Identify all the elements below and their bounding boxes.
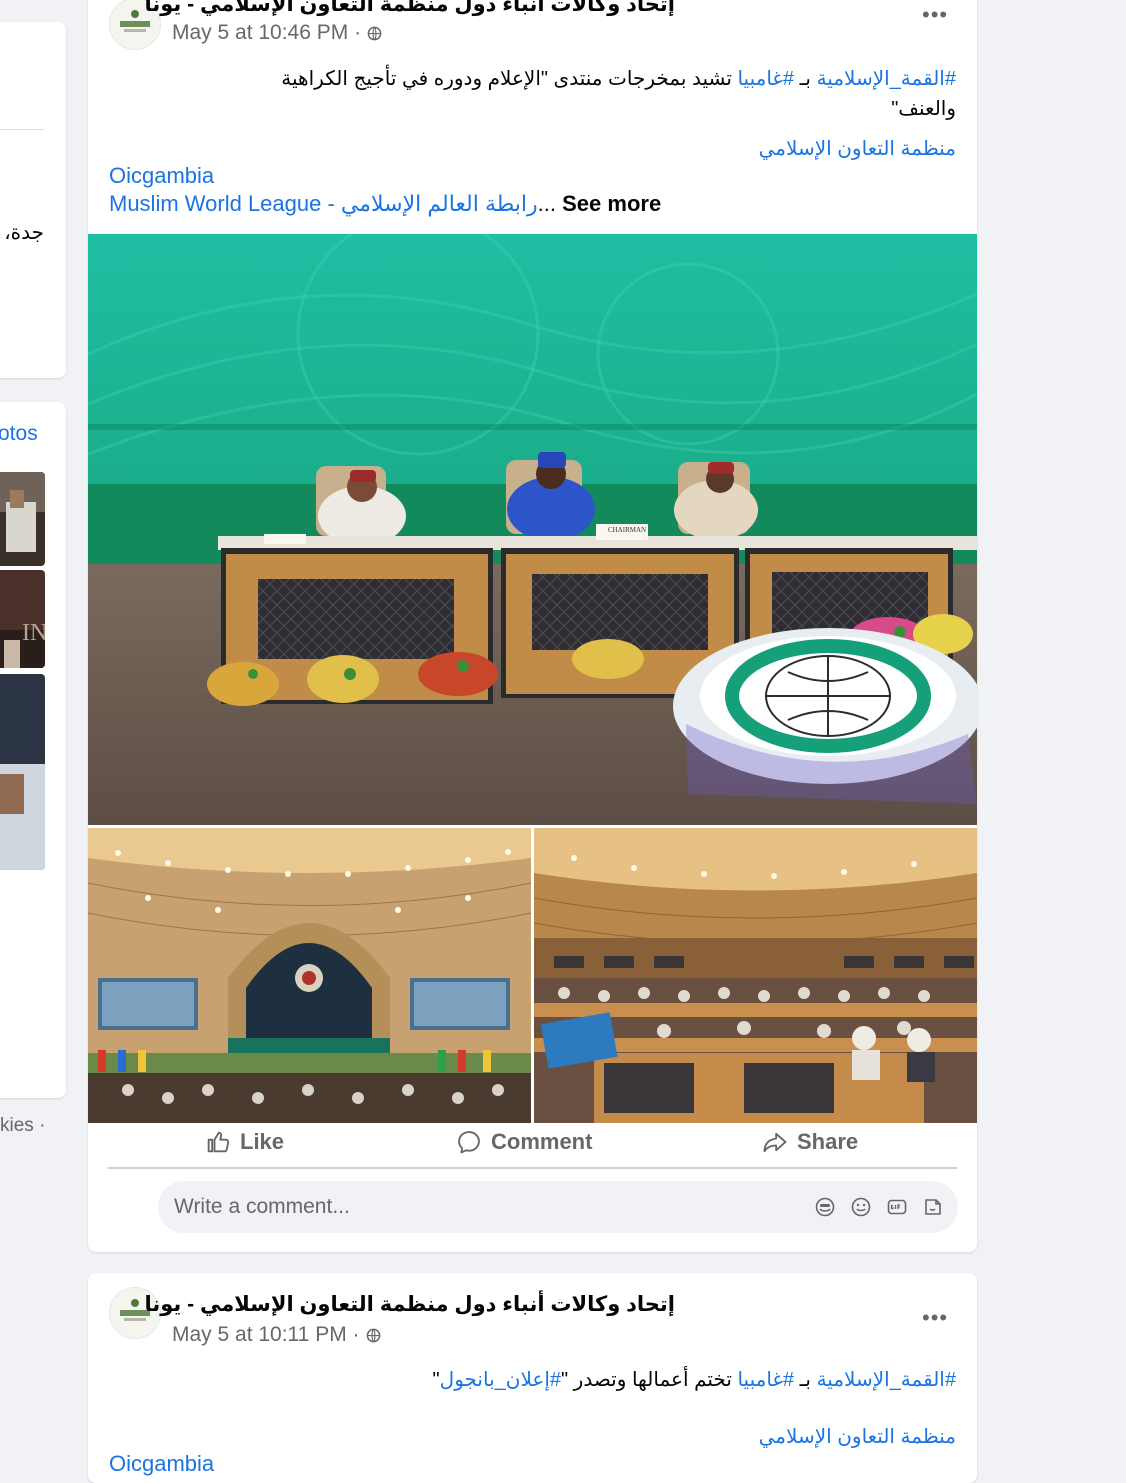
mention-link[interactable]: Oicgambia	[109, 163, 214, 189]
left-card-text: جدة،	[4, 222, 44, 244]
post-text-line: والعنف"	[891, 98, 956, 120]
comment-label: Comment	[491, 1129, 593, 1154]
share-arrow-icon	[763, 1132, 787, 1153]
hashtag-link[interactable]: #القمة_الإسلامية	[817, 68, 956, 90]
comment-tools	[814, 1196, 944, 1218]
text-segment: بـ	[794, 1369, 817, 1391]
post-photo-hall-delegates[interactable]	[533, 828, 978, 1123]
avatar-sticker-icon[interactable]	[814, 1196, 836, 1218]
comment-placeholder: Write a comment...	[174, 1195, 350, 1218]
thumbnail-text: IN	[22, 620, 45, 646]
text-segment: تشيد بمخرجات منتدى "الإعلام ودوره في تأج…	[281, 68, 738, 90]
comment-input[interactable]: Write a comment...	[158, 1181, 958, 1233]
post-photo-hall-front[interactable]	[87, 828, 532, 1123]
comment-bubble-icon	[458, 1131, 480, 1154]
post-text-line: Muslim World League - رابطة العالم الإسل…	[109, 191, 661, 217]
ellipsis: ...	[537, 191, 556, 216]
post-text-line: #القمة_الإسلامية بـ #غامبيا تشيد بمخرجات…	[281, 66, 956, 91]
hashtag-link[interactable]: #القمة_الإسلامية	[817, 1369, 956, 1391]
hashtag-link[interactable]: #غامبيا	[737, 68, 794, 90]
globe-icon	[366, 1328, 380, 1342]
left-photos-card: otos IN	[0, 402, 66, 1098]
feed-post: إتحاد وكالات أنباء دول منظمة التعاون الإ…	[87, 0, 983, 1252]
user-avatar[interactable]	[108, 1182, 156, 1230]
text-segment: بـ	[794, 68, 817, 90]
like-label: Like	[240, 1129, 285, 1154]
post-timestamp[interactable]: May 5 at 10:11 PM ·	[172, 1323, 381, 1347]
like-button[interactable]: Like	[204, 1120, 284, 1164]
hashtag-link[interactable]: #إعلان_بانجول	[440, 1369, 561, 1391]
post-photo-main[interactable]: CHAIRMAN	[87, 212, 983, 825]
share-label: Share	[797, 1129, 859, 1154]
mention-link[interactable]: Oicgambia	[109, 1451, 214, 1477]
text-segment: تختم أعمالها وتصدر "	[561, 1369, 738, 1391]
more-options-icon[interactable]: •••	[922, 1305, 948, 1331]
actions-divider	[108, 1167, 957, 1169]
page-name[interactable]: إتحاد وكالات أنباء دول منظمة التعاون الإ…	[145, 1292, 676, 1317]
photos-link[interactable]: otos	[0, 422, 38, 446]
post-timestamp[interactable]: May 5 at 10:46 PM ·	[172, 21, 382, 45]
mention-link[interactable]: منظمة التعاون الإسلامي	[759, 136, 956, 161]
share-button[interactable]: Share	[761, 1120, 858, 1164]
text-segment: "	[432, 1369, 440, 1391]
mention-link[interactable]: منظمة التعاون الإسلامي	[759, 1424, 956, 1449]
mention-link[interactable]: Muslim World League - رابطة العالم الإسل…	[109, 191, 538, 216]
emoji-icon[interactable]	[850, 1196, 872, 1218]
see-more-link[interactable]: See more	[562, 191, 661, 216]
timestamp-text: May 5 at 10:11 PM ·	[172, 1323, 360, 1346]
comment-button[interactable]: Comment	[455, 1120, 592, 1164]
feed-post: إتحاد وكالات أنباء دول منظمة التعاون الإ…	[88, 1273, 977, 1483]
right-sidebar-background	[1000, 0, 1126, 1463]
page-name[interactable]: إتحاد وكالات أنباء دول منظمة التعاون الإ…	[145, 0, 676, 17]
photo-thumbnail[interactable]	[0, 674, 45, 870]
timestamp-text: May 5 at 10:46 PM ·	[172, 21, 362, 44]
left-card-divider	[0, 129, 44, 130]
more-options-icon[interactable]: •••	[922, 2, 948, 28]
hashtag-link[interactable]: #غامبيا	[737, 1369, 794, 1391]
thumbs-up-icon	[207, 1131, 230, 1153]
left-intro-card: جدة،	[0, 22, 66, 378]
photo-thumbnail[interactable]	[0, 472, 45, 566]
desk-nameplate: CHAIRMAN	[608, 526, 646, 534]
sticker-icon[interactable]	[922, 1196, 944, 1218]
photo-thumbnail[interactable]: IN	[0, 570, 45, 668]
post-text-line: #القمة_الإسلامية بـ #غامبيا تختم أعمالها…	[433, 1367, 956, 1392]
gif-icon[interactable]	[886, 1196, 908, 1218]
footer-links[interactable]: kies ·	[0, 1115, 45, 1137]
post-actions: Like Comment Share	[88, 1120, 977, 1168]
globe-icon	[367, 26, 382, 40]
